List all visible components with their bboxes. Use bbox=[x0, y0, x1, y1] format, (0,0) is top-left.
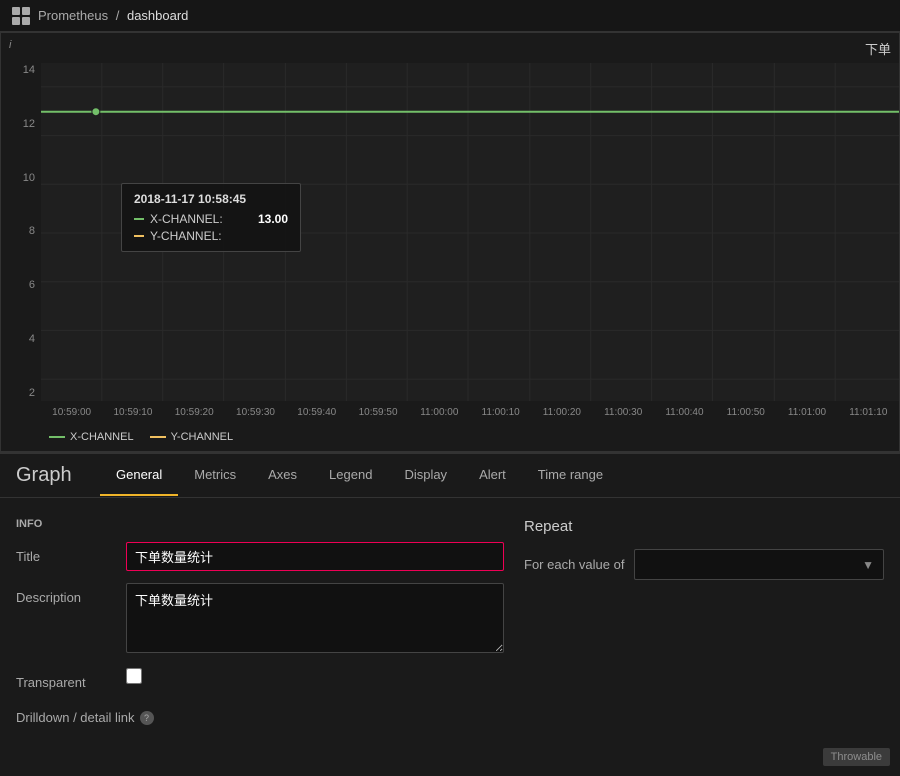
y-label-12: 12 bbox=[23, 119, 35, 130]
legend-x-channel-icon bbox=[49, 436, 65, 438]
legend-x-channel: X-CHANNEL bbox=[49, 431, 134, 443]
breadcrumb-current: dashboard bbox=[127, 8, 188, 23]
repeat-row: For each value of ▼ bbox=[524, 549, 884, 580]
tab-general[interactable]: General bbox=[100, 455, 178, 496]
tab-axes[interactable]: Axes bbox=[252, 455, 313, 496]
title-form-row: Title bbox=[16, 542, 504, 571]
x-label-7: 11:00:10 bbox=[470, 407, 531, 418]
drilldown-title: Drilldown / detail link ? bbox=[16, 710, 504, 725]
right-panel: Repeat For each value of ▼ bbox=[504, 518, 884, 725]
y-axis: 14 12 10 8 6 4 2 bbox=[1, 63, 41, 401]
header: Prometheus / dashboard bbox=[0, 0, 900, 32]
chart-legend: X-CHANNEL Y-CHANNEL bbox=[41, 423, 899, 451]
title-label: Title bbox=[16, 542, 126, 564]
breadcrumb-prometheus[interactable]: Prometheus bbox=[38, 8, 108, 23]
tooltip-time: 2018-11-17 10:58:45 bbox=[134, 192, 288, 206]
y-label-10: 10 bbox=[23, 173, 35, 184]
x-label-10: 11:00:40 bbox=[654, 407, 715, 418]
repeat-title: Repeat bbox=[524, 518, 884, 535]
info-section-title: Info bbox=[16, 518, 504, 530]
y-label-2: 2 bbox=[29, 388, 35, 399]
left-panel: Info Title Description 下单数量统计 Transparen… bbox=[16, 518, 504, 725]
tooltip-y-channel-row: Y-CHANNEL: bbox=[134, 229, 288, 243]
logo-icon bbox=[12, 7, 30, 25]
tab-time-range[interactable]: Time range bbox=[522, 455, 619, 496]
tooltip-y-channel-icon bbox=[134, 235, 144, 237]
x-label-4: 10:59:40 bbox=[286, 407, 347, 418]
x-label-2: 10:59:20 bbox=[164, 407, 225, 418]
legend-x-channel-label: X-CHANNEL bbox=[70, 431, 134, 443]
tooltip-x-channel-icon bbox=[134, 218, 144, 220]
throwable-badge: Throwable bbox=[823, 748, 890, 766]
description-textarea[interactable]: 下单数量统计 bbox=[126, 583, 504, 653]
legend-y-channel-label: Y-CHANNEL bbox=[171, 431, 234, 443]
tab-metrics[interactable]: Metrics bbox=[178, 455, 252, 496]
chart-top-right-label: 下单 bbox=[865, 39, 891, 58]
transparent-form-row: Transparent bbox=[16, 668, 504, 690]
tooltip-x-channel-value: 13.00 bbox=[258, 212, 288, 226]
x-label-0: 10:59:00 bbox=[41, 407, 102, 418]
x-label-11: 11:00:50 bbox=[715, 407, 776, 418]
x-label-5: 10:59:50 bbox=[347, 407, 408, 418]
tab-legend[interactable]: Legend bbox=[313, 455, 388, 496]
chart-tooltip: 2018-11-17 10:58:45 X-CHANNEL: 13.00 Y-C… bbox=[121, 183, 301, 252]
title-input[interactable] bbox=[126, 542, 504, 571]
panel-title: Graph bbox=[0, 454, 100, 497]
x-label-13: 11:01:10 bbox=[838, 407, 899, 418]
x-label-3: 10:59:30 bbox=[225, 407, 286, 418]
description-form-row: Description 下单数量统计 bbox=[16, 583, 504, 656]
chart-info-badge: i bbox=[9, 39, 11, 51]
tooltip-x-channel-label: X-CHANNEL: bbox=[150, 212, 252, 226]
transparent-label: Transparent bbox=[16, 668, 126, 690]
breadcrumb-separator: / bbox=[116, 8, 120, 23]
legend-y-channel: Y-CHANNEL bbox=[150, 431, 234, 443]
y-label-6: 6 bbox=[29, 280, 35, 291]
drilldown-info-icon: ? bbox=[140, 711, 154, 725]
tooltip-y-channel-label: Y-CHANNEL: bbox=[150, 229, 282, 243]
title-control bbox=[126, 542, 504, 571]
description-label: Description bbox=[16, 583, 126, 605]
x-label-9: 11:00:30 bbox=[593, 407, 654, 418]
transparent-checkbox[interactable] bbox=[126, 668, 142, 684]
chart-plot-area[interactable]: 2018-11-17 10:58:45 X-CHANNEL: 13.00 Y-C… bbox=[41, 63, 899, 401]
panel-title-row: Graph General Metrics Axes Legend Displa… bbox=[0, 454, 900, 498]
y-label-8: 8 bbox=[29, 226, 35, 237]
legend-y-channel-icon bbox=[150, 436, 166, 438]
breadcrumb: Prometheus / dashboard bbox=[38, 8, 188, 23]
tabs: General Metrics Axes Legend Display Aler… bbox=[100, 455, 619, 496]
panel-tabs-section: Graph General Metrics Axes Legend Displa… bbox=[0, 452, 900, 745]
tooltip-x-channel-row: X-CHANNEL: 13.00 bbox=[134, 212, 288, 226]
drilldown-label: Drilldown / detail link bbox=[16, 710, 135, 725]
x-label-6: 11:00:00 bbox=[409, 407, 470, 418]
repeat-select[interactable] bbox=[634, 549, 884, 580]
tab-display[interactable]: Display bbox=[388, 455, 463, 496]
y-label-4: 4 bbox=[29, 334, 35, 345]
x-label-8: 11:00:20 bbox=[531, 407, 592, 418]
content-area: Info Title Description 下单数量统计 Transparen… bbox=[0, 498, 900, 745]
repeat-select-wrapper: ▼ bbox=[634, 549, 884, 580]
drilldown-section: Drilldown / detail link ? bbox=[16, 710, 504, 725]
x-label-1: 10:59:10 bbox=[102, 407, 163, 418]
repeat-section: Repeat For each value of ▼ bbox=[524, 518, 884, 580]
tab-alert[interactable]: Alert bbox=[463, 455, 522, 496]
description-control: 下单数量统计 bbox=[126, 583, 504, 656]
chart-container: i 下单 14 12 10 8 6 4 2 bbox=[0, 32, 900, 452]
x-label-12: 11:01:00 bbox=[776, 407, 837, 418]
y-label-14: 14 bbox=[23, 65, 35, 76]
for-each-label: For each value of bbox=[524, 550, 634, 579]
transparent-control bbox=[126, 668, 504, 684]
